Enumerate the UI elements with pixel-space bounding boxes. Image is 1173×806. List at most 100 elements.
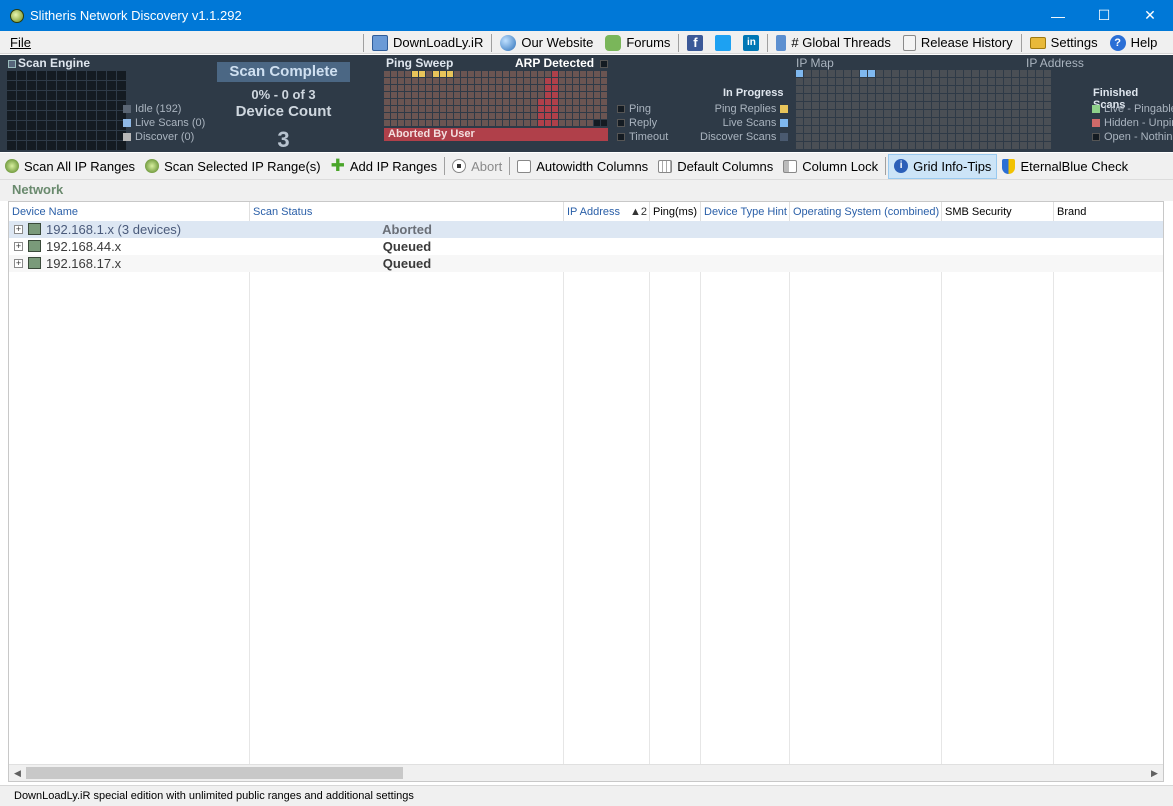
grid-cell — [1044, 70, 1051, 77]
live-scans-progress-swatch — [780, 119, 789, 127]
grid-cell — [972, 110, 979, 117]
linkedin-link[interactable]: in — [737, 31, 765, 54]
grid-cell — [545, 71, 551, 77]
grid-cell — [37, 141, 46, 150]
grid-cell — [812, 102, 819, 109]
our-website-link[interactable]: Our Website — [494, 31, 599, 54]
close-button[interactable]: ✕ — [1127, 0, 1173, 31]
col-device-name[interactable]: Device Name — [9, 202, 250, 222]
add-ip-ranges-button[interactable]: ✚ Add IP Ranges — [326, 154, 442, 179]
document-icon — [902, 34, 916, 51]
grid-cell — [892, 118, 899, 125]
grid-cell — [489, 120, 495, 126]
grid-cell — [107, 81, 116, 90]
device-name: 192.168.17.x — [46, 256, 122, 271]
release-history-link[interactable]: Release History — [897, 31, 1019, 54]
grid-cell — [405, 106, 411, 112]
grid-cell — [1036, 78, 1043, 85]
grid-cell — [117, 81, 126, 90]
grid-cell — [433, 120, 439, 126]
scan-all-button[interactable]: Scan All IP Ranges — [0, 154, 140, 179]
grid-cell — [594, 120, 600, 126]
grid-cell — [964, 86, 971, 93]
grid-cell — [559, 85, 565, 91]
device-grid[interactable]: Device Name Scan Status IP Address ▲2 Pin… — [8, 201, 1164, 782]
col-operating-system[interactable]: Operating System (combined) — [790, 202, 942, 222]
grid-cell — [812, 110, 819, 117]
col-ip-address[interactable]: IP Address ▲2 — [564, 202, 650, 222]
downloadly-link[interactable]: DownLoadLy.iR — [366, 31, 489, 54]
global-threads-link[interactable]: # Global Threads — [770, 31, 897, 54]
twitter-link[interactable] — [709, 31, 737, 54]
forums-link[interactable]: Forums — [599, 31, 676, 54]
grid-cell — [468, 78, 474, 84]
grid-cell — [37, 81, 46, 90]
network-icon — [28, 240, 41, 252]
grid-cell — [828, 142, 835, 149]
scan-engine-title[interactable]: Scan Engine — [8, 56, 90, 70]
col-brand[interactable]: Brand — [1054, 202, 1163, 222]
minimize-button[interactable]: — — [1035, 0, 1081, 31]
eternalblue-check-button[interactable]: EternalBlue Check — [997, 154, 1133, 179]
grid-cell — [916, 86, 923, 93]
grid-cell — [573, 78, 579, 84]
app-icon — [10, 8, 24, 23]
grid-cell — [964, 94, 971, 101]
maximize-button[interactable]: ☐ — [1081, 0, 1127, 31]
grid-cell — [566, 92, 572, 98]
table-row[interactable]: + 192.168.17.x Queued — [9, 255, 1163, 272]
grid-cell — [524, 78, 530, 84]
grid-cell — [398, 113, 404, 119]
grid-cell — [900, 110, 907, 117]
table-row[interactable]: + 192.168.1.x (3 devices) Aborted — [9, 221, 1163, 238]
grid-cell — [468, 71, 474, 77]
col-device-type-hint[interactable]: Device Type Hint — [701, 202, 790, 222]
scroll-left-icon[interactable]: ◀ — [9, 765, 26, 781]
settings-link[interactable]: Settings — [1024, 31, 1104, 54]
col-smb-security[interactable]: SMB Security — [942, 202, 1054, 222]
grid-cell — [559, 71, 565, 77]
grid-cell — [1028, 110, 1035, 117]
grid-cell — [860, 110, 867, 117]
scan-selected-button[interactable]: Scan Selected IP Range(s) — [140, 154, 326, 179]
abort-button[interactable]: Abort — [447, 154, 507, 179]
default-columns-button[interactable]: Default Columns — [653, 154, 778, 179]
grid-cell — [97, 81, 106, 90]
timeout-swatch — [617, 133, 625, 141]
col-scan-status[interactable]: Scan Status — [250, 202, 564, 222]
grid-cell — [538, 99, 544, 105]
column-lock-button[interactable]: Column Lock — [778, 154, 883, 179]
expand-icon[interactable]: + — [14, 225, 23, 234]
grid-cell — [1012, 142, 1019, 149]
scrollbar-thumb[interactable] — [26, 767, 403, 779]
grid-cell — [804, 86, 811, 93]
autowidth-columns-button[interactable]: Autowidth Columns — [512, 154, 653, 179]
grid-info-tips-toggle[interactable]: i Grid Info-Tips — [888, 153, 998, 179]
grid-cell — [916, 78, 923, 85]
grid-cell — [1036, 142, 1043, 149]
grid-cell — [860, 126, 867, 133]
grid-cell — [804, 142, 811, 149]
horizontal-scrollbar[interactable]: ◀ ▶ — [9, 764, 1163, 781]
grid-cell — [405, 71, 411, 77]
grid-cell — [57, 101, 66, 110]
facebook-link[interactable]: f — [681, 31, 709, 54]
col-ping[interactable]: Ping(ms) — [650, 202, 701, 222]
grid-cell — [587, 106, 593, 112]
scroll-right-icon[interactable]: ▶ — [1146, 765, 1163, 781]
grid-cell — [482, 120, 488, 126]
menu-file[interactable]: File — [0, 35, 41, 50]
grid-cell — [1028, 78, 1035, 85]
grid-cell — [468, 92, 474, 98]
expand-icon[interactable]: + — [14, 259, 23, 268]
grid-cell — [980, 70, 987, 77]
help-link[interactable]: ? Help — [1104, 31, 1164, 54]
grid-cell — [587, 92, 593, 98]
grid-cell — [398, 106, 404, 112]
grid-cell — [412, 106, 418, 112]
table-row[interactable]: + 192.168.44.x Queued — [9, 238, 1163, 255]
grid-cell — [876, 134, 883, 141]
grid-cell — [489, 106, 495, 112]
grid-cell — [860, 78, 867, 85]
expand-icon[interactable]: + — [14, 242, 23, 251]
